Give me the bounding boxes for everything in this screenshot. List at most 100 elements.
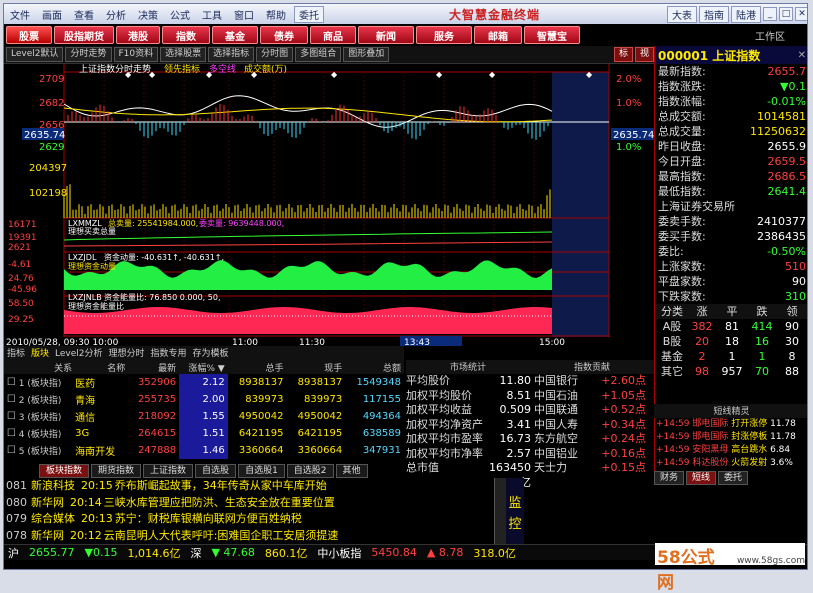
elf-row[interactable]: +14:59 科达股份 火箭发射 3.6%	[654, 457, 807, 470]
menu-item-0[interactable]: 文件	[4, 7, 36, 22]
news-scrollbar[interactable]	[494, 478, 506, 544]
menu-item-3[interactable]: 分析	[100, 7, 132, 22]
sheet-tab-2[interactable]: 上证指数	[143, 464, 194, 478]
chart-toolbar-item-4[interactable]: 选择指标	[208, 47, 255, 62]
table-tab-0[interactable]: 指标	[7, 346, 25, 360]
row-name[interactable]: 海南开发	[75, 442, 128, 459]
table-row[interactable]: ☐ 4 (板块指) 3G 264615 1.51 6421195 6421195 638589	[4, 425, 404, 442]
news-item[interactable]: 078 新华网 20:12 云南昆明人大代表呼吁:困难国企职工安居须提速	[4, 528, 494, 545]
elf-event: 火箭发射	[731, 458, 771, 468]
view-button[interactable]: 视	[634, 47, 654, 62]
sheet-tab-0[interactable]: 板块指数	[39, 464, 90, 478]
right-tab-1[interactable]: 短线	[686, 471, 717, 485]
table-head-0[interactable]	[4, 360, 19, 374]
toolbar-button-0[interactable]: 股票	[6, 26, 52, 44]
news-item[interactable]: 079 综合媒体 20:13 苏宁：财税库银横向联网方便百姓纳税	[4, 511, 494, 528]
table-head-5[interactable]: 总手	[227, 360, 287, 374]
row-last: 352906	[137, 377, 177, 388]
row-name[interactable]: 医药	[75, 374, 128, 391]
sheet-tab-4[interactable]: 自选股1	[238, 464, 285, 478]
table-tab-2[interactable]: Level2分析	[55, 346, 102, 360]
sheet-tab-3[interactable]: 自选股	[195, 464, 237, 478]
row-checkbox[interactable]: ☐	[4, 425, 19, 442]
menu-item-1[interactable]: 画面	[36, 7, 68, 22]
table-head-3[interactable]: 最新	[128, 360, 180, 374]
menu-item-8[interactable]: 帮助	[260, 7, 292, 22]
menu-item-7[interactable]: 窗口	[228, 7, 260, 22]
contrib-name: 中国联通	[534, 403, 578, 416]
toolbar-button-5[interactable]: 债券	[260, 26, 308, 44]
chart-toolbar-item-2[interactable]: F10资料	[113, 47, 159, 62]
sheet-tab-6[interactable]: 其他	[335, 464, 368, 478]
row-checkbox[interactable]: ☐	[4, 408, 19, 425]
row-name[interactable]: 通信	[75, 408, 128, 425]
maximize-icon[interactable]: □	[779, 7, 793, 21]
minimize-icon[interactable]: _	[763, 7, 777, 21]
toolbar-button-4[interactable]: 基金	[212, 26, 258, 44]
table-head-1[interactable]: 关系	[18, 360, 76, 374]
toolbar-workspace[interactable]: 工作区	[755, 28, 785, 43]
chart-toolbar-item-0[interactable]: Level2默认	[6, 47, 64, 62]
elf-row[interactable]: +14:59 邯电国际 打开涨停 11.78	[654, 418, 807, 431]
table-head-4[interactable]: 涨幅% ▼	[179, 360, 228, 374]
row-checkbox[interactable]: ☐	[4, 374, 19, 391]
table-row[interactable]: ☐ 2 (板块指) 青海 255735 2.00 839973 839973 117155	[4, 391, 404, 408]
menu-trade-button[interactable]: 委托	[294, 5, 324, 23]
chart-toolbar-item-7[interactable]: 图形叠加	[343, 47, 390, 62]
menu-item-4[interactable]: 决策	[132, 7, 164, 22]
elf-row[interactable]: +14:59 邯电国际 封涨停板 11.78	[654, 431, 807, 444]
close-icon[interactable]: ✕	[795, 7, 807, 21]
news-item[interactable]: 081 新浪科技 20:15 乔布斯崛起故事，34年传奇从家中车库开始	[4, 478, 494, 495]
row-name[interactable]: 青海	[75, 391, 128, 408]
chart-canvas[interactable]: 上证指数分时走势 领先指标 多空线 成交额(万)2709268226562629263…	[4, 63, 654, 348]
news-text: 苏宁：财税库银横向联网方便百姓纳税	[114, 512, 302, 525]
toolbar-button-10[interactable]: 智慧宝	[524, 26, 580, 44]
toolbar-button-3[interactable]: 指数	[162, 26, 210, 44]
menu-right-tab-1[interactable]: 指南	[699, 5, 729, 23]
toolbar-button-6[interactable]: 商品	[310, 26, 356, 44]
table-head-6[interactable]: 现手	[286, 360, 346, 374]
news-item[interactable]: 080 新华网 20:14 三峡水库管理应把防洪、生态安全放在重要位置	[4, 495, 494, 512]
intraday-chart[interactable]: 上证指数分时走势 领先指标 多空线 成交额(万) 2709 2682 2656 2629 263…	[4, 63, 654, 348]
row-checkbox[interactable]: ☐	[4, 442, 19, 459]
table-row[interactable]: ☐ 1 (板块指) 医药 352906 2.12 8938137 8938137 154934…	[4, 374, 404, 391]
table-row[interactable]: ☐ 5 (板块指) 海南开发 247888 1.46 3360664 3360664 3479…	[4, 442, 404, 459]
quote-row-value: ▼0.1	[780, 80, 806, 93]
toolbar-button-2[interactable]: 港股	[116, 26, 160, 44]
close-icon[interactable]: ✕	[798, 50, 806, 61]
sheet-tab-5[interactable]: 自选股2	[286, 464, 334, 478]
row-checkbox[interactable]: ☐	[4, 391, 19, 408]
table-head-2[interactable]: 名称	[75, 360, 129, 374]
chart-toolbar-item-1[interactable]: 分时走势	[65, 47, 112, 62]
toolbar-button-8[interactable]: 服务	[416, 26, 472, 44]
table-tab-4[interactable]: 指数专用	[151, 346, 187, 360]
toolbar-button-7[interactable]: 新闻	[358, 26, 414, 44]
table-head-7[interactable]: 总额	[345, 360, 404, 374]
menu-right-tab-2[interactable]: 陆港	[731, 5, 761, 23]
menu-item-2[interactable]: 查看	[68, 7, 100, 22]
monitor-button[interactable]: 监控	[506, 478, 524, 544]
menu-item-6[interactable]: 工具	[196, 7, 228, 22]
stats-head-0: 市场统计	[449, 363, 486, 373]
table-tab-1[interactable]: 版块	[31, 346, 49, 360]
right-tab-2[interactable]: 委托	[718, 471, 749, 485]
elf-row[interactable]: +14:59 安阳黑母 高台跳水 6.84	[654, 444, 807, 457]
sort-down-icon[interactable]: ▼	[215, 364, 225, 374]
app-title: 大智慧金融终端	[448, 7, 540, 22]
stats-name: 总市值	[406, 461, 439, 474]
table-row[interactable]: ☐ 3 (板块指) 通信 218092 1.55 4950042 4950042 494364	[4, 408, 404, 425]
flag-button[interactable]: 标	[613, 47, 633, 62]
menu-item-5[interactable]: 公式	[164, 7, 196, 22]
row-name[interactable]: 3G	[75, 425, 128, 442]
table-tab-5[interactable]: 存为模板	[193, 346, 229, 360]
row-pct: 2.12	[179, 374, 228, 391]
chart-toolbar-item-6[interactable]: 多图组合	[295, 47, 342, 62]
chart-toolbar-item-5[interactable]: 分时图	[256, 47, 294, 62]
toolbar-button-9[interactable]: 邮箱	[474, 26, 522, 44]
sheet-tab-1[interactable]: 期货指数	[91, 464, 142, 478]
right-tab-0[interactable]: 财务	[654, 471, 685, 485]
menu-right-tab-0[interactable]: 大表	[667, 5, 697, 23]
table-tab-3[interactable]: 理想分时	[109, 346, 145, 360]
chart-toolbar-item-3[interactable]: 选择股票	[160, 47, 207, 62]
toolbar-button-1[interactable]: 股指期货	[54, 26, 114, 44]
